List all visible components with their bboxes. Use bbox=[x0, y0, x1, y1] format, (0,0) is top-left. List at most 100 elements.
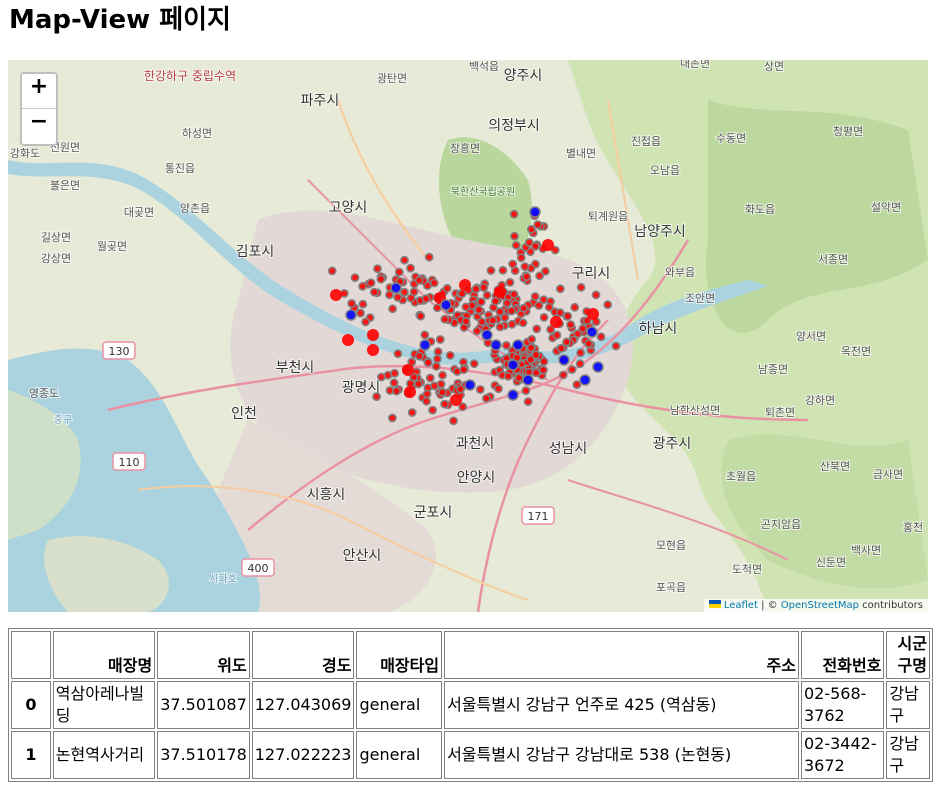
store-marker[interactable] bbox=[421, 294, 431, 304]
store-marker[interactable] bbox=[414, 275, 424, 285]
store-marker[interactable] bbox=[435, 335, 445, 344]
store-marker-special[interactable] bbox=[464, 379, 476, 391]
store-marker[interactable] bbox=[459, 365, 469, 375]
store-marker-special[interactable] bbox=[507, 359, 519, 371]
store-marker[interactable] bbox=[524, 237, 534, 247]
store-marker[interactable] bbox=[472, 326, 482, 336]
store-marker-large[interactable] bbox=[459, 279, 471, 291]
store-marker[interactable] bbox=[584, 339, 593, 349]
store-marker[interactable] bbox=[429, 278, 439, 288]
store-marker[interactable] bbox=[498, 265, 508, 275]
store-marker[interactable] bbox=[502, 298, 512, 308]
store-marker[interactable] bbox=[390, 368, 399, 378]
store-marker[interactable] bbox=[438, 370, 447, 380]
store-marker[interactable] bbox=[440, 399, 449, 409]
store-marker[interactable] bbox=[479, 283, 489, 292]
store-marker[interactable] bbox=[488, 315, 498, 325]
store-marker-large[interactable] bbox=[450, 394, 462, 406]
store-marker[interactable] bbox=[445, 350, 455, 360]
store-marker[interactable] bbox=[358, 299, 368, 309]
store-marker[interactable] bbox=[406, 263, 415, 273]
store-marker-large[interactable] bbox=[342, 334, 354, 346]
store-marker[interactable] bbox=[413, 379, 423, 389]
store-marker[interactable] bbox=[490, 296, 500, 306]
store-marker[interactable] bbox=[409, 287, 419, 297]
zoom-in-button[interactable]: + bbox=[22, 74, 56, 109]
store-marker[interactable] bbox=[508, 259, 518, 269]
store-marker[interactable] bbox=[552, 330, 562, 340]
store-marker[interactable] bbox=[361, 317, 370, 327]
store-marker[interactable] bbox=[366, 278, 376, 288]
store-marker[interactable] bbox=[369, 287, 379, 297]
store-marker[interactable] bbox=[530, 292, 540, 301]
store-marker-special[interactable] bbox=[512, 339, 524, 351]
store-marker-special[interactable] bbox=[592, 361, 604, 373]
store-marker[interactable] bbox=[558, 370, 568, 380]
store-marker[interactable] bbox=[576, 348, 585, 358]
store-marker[interactable] bbox=[469, 359, 479, 369]
store-marker[interactable] bbox=[539, 312, 549, 322]
store-marker[interactable] bbox=[510, 231, 519, 241]
store-marker[interactable] bbox=[399, 287, 409, 297]
store-marker[interactable] bbox=[407, 408, 417, 417]
store-marker-special[interactable] bbox=[558, 354, 570, 366]
store-marker[interactable] bbox=[532, 324, 542, 334]
store-marker[interactable] bbox=[393, 349, 403, 359]
store-marker-large[interactable] bbox=[550, 316, 562, 328]
store-marker[interactable] bbox=[384, 290, 394, 300]
store-marker[interactable] bbox=[511, 240, 521, 250]
store-marker[interactable] bbox=[347, 298, 356, 308]
store-marker[interactable] bbox=[424, 252, 434, 262]
store-marker-special[interactable] bbox=[440, 299, 452, 311]
store-marker[interactable] bbox=[516, 253, 526, 263]
store-marker[interactable] bbox=[495, 322, 505, 332]
store-marker[interactable] bbox=[514, 373, 524, 383]
store-marker[interactable] bbox=[567, 365, 577, 374]
store-marker[interactable] bbox=[436, 379, 446, 389]
store-marker[interactable] bbox=[471, 284, 481, 294]
store-marker[interactable] bbox=[475, 385, 485, 394]
store-marker[interactable] bbox=[422, 389, 432, 399]
store-marker[interactable] bbox=[372, 392, 381, 401]
store-marker[interactable] bbox=[556, 343, 566, 353]
store-marker[interactable] bbox=[494, 384, 503, 394]
store-marker[interactable] bbox=[519, 303, 528, 313]
store-marker[interactable] bbox=[414, 351, 424, 361]
store-marker[interactable] bbox=[539, 365, 548, 375]
store-marker[interactable] bbox=[534, 301, 544, 310]
osm-link[interactable]: OpenStreetMap bbox=[781, 600, 859, 611]
store-marker-special[interactable] bbox=[390, 282, 402, 294]
store-marker-large[interactable] bbox=[404, 386, 416, 398]
store-marker[interactable] bbox=[482, 290, 492, 300]
store-marker[interactable] bbox=[440, 314, 450, 324]
store-marker[interactable] bbox=[573, 329, 583, 339]
store-marker[interactable] bbox=[576, 282, 586, 292]
store-marker[interactable] bbox=[393, 292, 403, 302]
store-marker[interactable] bbox=[358, 281, 367, 291]
store-marker[interactable] bbox=[432, 303, 442, 313]
store-marker-special[interactable] bbox=[529, 206, 541, 218]
leaflet-link[interactable]: Leaflet bbox=[724, 600, 758, 611]
store-marker[interactable] bbox=[591, 290, 601, 300]
store-marker[interactable] bbox=[423, 358, 433, 367]
store-marker-special[interactable] bbox=[579, 374, 591, 386]
store-marker[interactable] bbox=[442, 283, 452, 293]
store-marker[interactable] bbox=[477, 317, 487, 327]
store-marker-large[interactable] bbox=[367, 329, 379, 341]
store-marker[interactable] bbox=[527, 334, 537, 344]
store-marker-special[interactable] bbox=[490, 339, 502, 351]
store-marker[interactable] bbox=[535, 271, 544, 281]
store-marker[interactable] bbox=[376, 274, 386, 284]
store-marker[interactable] bbox=[563, 311, 573, 321]
store-marker[interactable] bbox=[521, 386, 531, 395]
store-marker-large[interactable] bbox=[494, 286, 506, 298]
store-marker-large[interactable] bbox=[587, 308, 599, 320]
store-marker[interactable] bbox=[572, 380, 582, 389]
store-marker[interactable] bbox=[555, 308, 565, 318]
store-marker[interactable] bbox=[611, 341, 621, 351]
store-marker-large[interactable] bbox=[367, 344, 379, 356]
store-marker[interactable] bbox=[422, 396, 431, 406]
store-marker[interactable] bbox=[400, 255, 409, 265]
store-marker[interactable] bbox=[522, 272, 531, 282]
store-marker[interactable] bbox=[373, 264, 382, 274]
